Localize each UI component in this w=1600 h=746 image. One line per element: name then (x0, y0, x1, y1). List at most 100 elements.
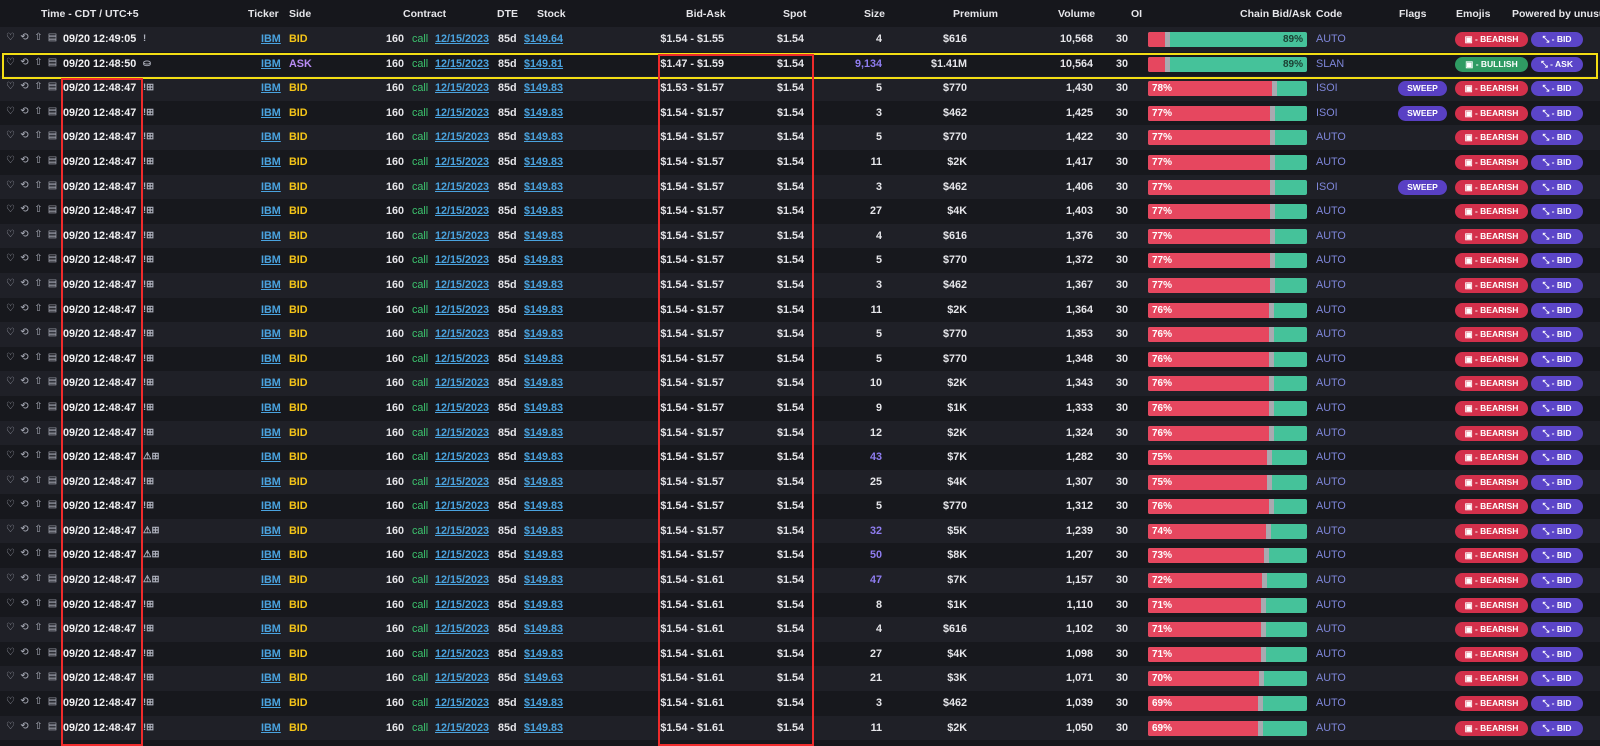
calculator-icon[interactable]: ▤ (47, 475, 58, 487)
share-icon[interactable]: ⇧ (33, 204, 44, 216)
stock-price-link[interactable]: $149.83 (524, 107, 563, 119)
share-icon[interactable]: ⇧ (33, 303, 44, 315)
share-icon[interactable]: ⇧ (33, 130, 44, 142)
stock-price-link[interactable]: $149.83 (524, 131, 563, 143)
ticker-link[interactable]: IBM (261, 427, 281, 439)
favorite-heart-icon[interactable]: ♡ (5, 573, 16, 585)
expiry-link[interactable]: 12/15/2023 (435, 107, 489, 119)
stock-price-link[interactable]: $149.83 (524, 254, 563, 266)
favorite-heart-icon[interactable]: ♡ (5, 450, 16, 462)
ticker-link[interactable]: IBM (261, 353, 281, 365)
calculator-icon[interactable]: ▤ (47, 32, 58, 44)
share-icon[interactable]: ⇧ (33, 327, 44, 339)
favorite-heart-icon[interactable]: ♡ (5, 671, 16, 683)
calculator-icon[interactable]: ▤ (47, 524, 58, 536)
ticker-link[interactable]: IBM (261, 697, 281, 709)
repeat-icon[interactable]: ⟲ (19, 696, 30, 708)
repeat-icon[interactable]: ⟲ (19, 180, 30, 192)
share-icon[interactable]: ⇧ (33, 155, 44, 167)
header-contract[interactable]: Contract (403, 8, 446, 20)
ticker-link[interactable]: IBM (261, 254, 281, 266)
stock-price-link[interactable]: $149.83 (524, 623, 563, 635)
header-flags[interactable]: Flags (1399, 8, 1426, 20)
favorite-heart-icon[interactable]: ♡ (5, 401, 16, 413)
ticker-link[interactable]: IBM (261, 205, 281, 217)
stock-price-link[interactable]: $149.83 (524, 476, 563, 488)
repeat-icon[interactable]: ⟲ (19, 278, 30, 290)
stock-price-link[interactable]: $149.83 (524, 181, 563, 193)
ticker-link[interactable]: IBM (261, 672, 281, 684)
header-oi[interactable]: OI (1131, 8, 1142, 20)
repeat-icon[interactable]: ⟲ (19, 253, 30, 265)
calculator-icon[interactable]: ▤ (47, 548, 58, 560)
expiry-link[interactable]: 12/15/2023 (435, 623, 489, 635)
expiry-link[interactable]: 12/15/2023 (435, 33, 489, 45)
expiry-link[interactable]: 12/15/2023 (435, 525, 489, 537)
expiry-link[interactable]: 12/15/2023 (435, 722, 489, 734)
share-icon[interactable]: ⇧ (33, 426, 44, 438)
share-icon[interactable]: ⇧ (33, 696, 44, 708)
favorite-heart-icon[interactable]: ♡ (5, 622, 16, 634)
repeat-icon[interactable]: ⟲ (19, 204, 30, 216)
favorite-heart-icon[interactable]: ♡ (5, 32, 16, 44)
share-icon[interactable]: ⇧ (33, 475, 44, 487)
stock-price-link[interactable]: $149.83 (524, 722, 563, 734)
stock-price-link[interactable]: $149.83 (524, 279, 563, 291)
stock-price-link[interactable]: $149.83 (524, 599, 563, 611)
expiry-link[interactable]: 12/15/2023 (435, 427, 489, 439)
share-icon[interactable]: ⇧ (33, 647, 44, 659)
share-icon[interactable]: ⇧ (33, 81, 44, 93)
stock-price-link[interactable]: $149.83 (524, 451, 563, 463)
stock-price-link[interactable]: $149.83 (524, 574, 563, 586)
header-size[interactable]: Size (864, 8, 885, 20)
ticker-link[interactable]: IBM (261, 328, 281, 340)
ticker-link[interactable]: IBM (261, 549, 281, 561)
share-icon[interactable]: ⇧ (33, 229, 44, 241)
calculator-icon[interactable]: ▤ (47, 303, 58, 315)
repeat-icon[interactable]: ⟲ (19, 499, 30, 511)
favorite-heart-icon[interactable]: ♡ (5, 548, 16, 560)
share-icon[interactable]: ⇧ (33, 573, 44, 585)
expiry-link[interactable]: 12/15/2023 (435, 549, 489, 561)
ticker-link[interactable]: IBM (261, 230, 281, 242)
expiry-link[interactable]: 12/15/2023 (435, 230, 489, 242)
calculator-icon[interactable]: ▤ (47, 278, 58, 290)
stock-price-link[interactable]: $149.63 (524, 672, 563, 684)
favorite-heart-icon[interactable]: ♡ (5, 352, 16, 364)
favorite-heart-icon[interactable]: ♡ (5, 499, 16, 511)
stock-price-link[interactable]: $149.83 (524, 648, 563, 660)
repeat-icon[interactable]: ⟲ (19, 573, 30, 585)
share-icon[interactable]: ⇧ (33, 499, 44, 511)
favorite-heart-icon[interactable]: ♡ (5, 376, 16, 388)
stock-price-link[interactable]: $149.83 (524, 697, 563, 709)
share-icon[interactable]: ⇧ (33, 180, 44, 192)
stock-price-link[interactable]: $149.83 (524, 353, 563, 365)
share-icon[interactable]: ⇧ (33, 32, 44, 44)
favorite-heart-icon[interactable]: ♡ (5, 721, 16, 733)
expiry-link[interactable]: 12/15/2023 (435, 156, 489, 168)
stock-price-link[interactable]: $149.83 (524, 549, 563, 561)
header-spot[interactable]: Spot (783, 8, 806, 20)
expiry-link[interactable]: 12/15/2023 (435, 648, 489, 660)
repeat-icon[interactable]: ⟲ (19, 426, 30, 438)
calculator-icon[interactable]: ▤ (47, 130, 58, 142)
ticker-link[interactable]: IBM (261, 402, 281, 414)
repeat-icon[interactable]: ⟲ (19, 598, 30, 610)
expiry-link[interactable]: 12/15/2023 (435, 402, 489, 414)
calculator-icon[interactable]: ▤ (47, 352, 58, 364)
share-icon[interactable]: ⇧ (33, 106, 44, 118)
calculator-icon[interactable]: ▤ (47, 253, 58, 265)
repeat-icon[interactable]: ⟲ (19, 622, 30, 634)
calculator-icon[interactable]: ▤ (47, 598, 58, 610)
header-volume[interactable]: Volume (1058, 8, 1095, 20)
repeat-icon[interactable]: ⟲ (19, 32, 30, 44)
share-icon[interactable]: ⇧ (33, 598, 44, 610)
table-row[interactable]: ♡ ⟲ ⇧ ▤ 09/20 12:49:05 ! IBM BID 160 cal… (0, 27, 1600, 52)
repeat-icon[interactable]: ⟲ (19, 81, 30, 93)
favorite-heart-icon[interactable]: ♡ (5, 426, 16, 438)
ticker-link[interactable]: IBM (261, 377, 281, 389)
repeat-icon[interactable]: ⟲ (19, 475, 30, 487)
share-icon[interactable]: ⇧ (33, 450, 44, 462)
ticker-link[interactable]: IBM (261, 525, 281, 537)
calculator-icon[interactable]: ▤ (47, 450, 58, 462)
